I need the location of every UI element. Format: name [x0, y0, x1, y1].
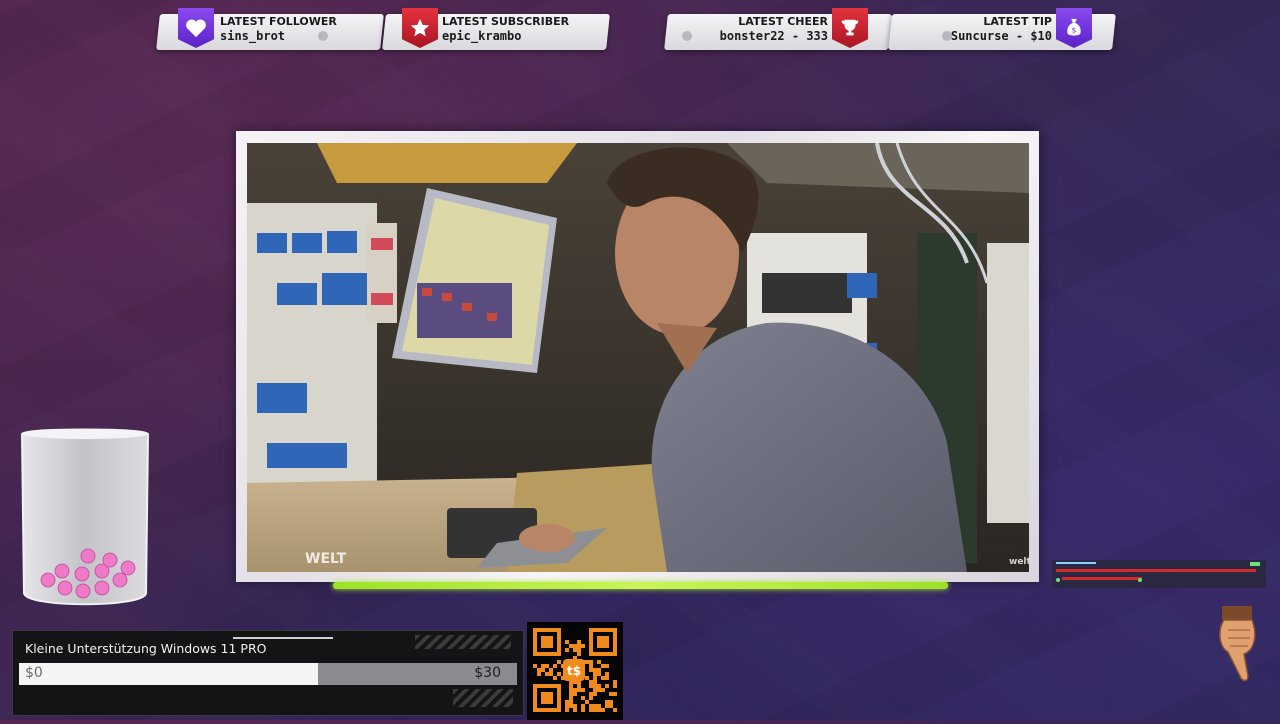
webcam-video[interactable]: WELT welt — [247, 143, 1029, 572]
svg-text:$: $ — [1072, 26, 1077, 35]
video-scene — [247, 143, 1029, 572]
latest-follower-panel: LATEST FOLLOWER sins_brot — [156, 14, 384, 50]
decor-line — [233, 637, 333, 639]
chat-overlay — [1052, 560, 1266, 588]
money-bag-icon: $ — [1056, 8, 1092, 48]
chat-message-line — [1056, 569, 1256, 572]
decor-stripes — [415, 635, 511, 649]
pointing-hand-icon — [1214, 606, 1262, 682]
latest-cheer-panel: LATEST CHEER bonster22 - 333 — [664, 14, 892, 50]
donation-goal-start: $0 — [25, 665, 43, 681]
qr-center-label: t$ — [567, 664, 581, 678]
chat-dot-icon — [1056, 578, 1060, 582]
heart-icon — [178, 8, 214, 48]
latest-tip-label: LATEST TIP — [983, 15, 1052, 28]
donation-goal-panel: Kleine Unterstützung Windows 11 PRO $0 $… — [12, 630, 524, 716]
star-icon — [402, 8, 438, 48]
latest-cheer-label: LATEST CHEER — [738, 15, 828, 28]
trophy-icon — [832, 8, 868, 48]
chat-username — [1056, 562, 1096, 564]
latest-follower-label: LATEST FOLLOWER — [220, 15, 337, 28]
chat-dot-icon — [1138, 578, 1142, 582]
tip-jar — [20, 428, 150, 612]
latest-subscriber-panel: LATEST SUBSCRIBER epic_krambo — [382, 14, 610, 50]
panel-dot-icon — [682, 31, 692, 41]
panel-dot-icon — [318, 31, 328, 41]
latest-tip-panel: LATEST TIP Suncurse - $10 $ — [888, 14, 1116, 50]
latest-tip-value: Suncurse - $10 — [950, 29, 1052, 43]
qr-code[interactable]: t$ — [527, 622, 623, 720]
donation-progress-fill — [19, 663, 318, 685]
decor-stripes — [453, 689, 513, 707]
latest-subscriber-value: epic_krambo — [442, 29, 522, 43]
qr-code-image: t$ — [533, 628, 617, 712]
video-accent-bar — [333, 582, 948, 589]
latest-cheer-value: bonster22 - 333 — [719, 29, 828, 43]
chat-message-line — [1062, 577, 1142, 580]
donation-goal-end: $30 — [474, 665, 501, 681]
latest-subscriber-label: LATEST SUBSCRIBER — [442, 15, 570, 28]
chat-badge-icon — [1250, 562, 1260, 566]
video-frame: WELT welt — [236, 131, 1039, 582]
video-watermark-left: WELT — [305, 551, 347, 567]
donation-goal-title: Kleine Unterstützung Windows 11 PRO — [25, 641, 267, 656]
video-watermark-right: welt — [1009, 557, 1029, 567]
donation-progress-bar — [19, 663, 517, 685]
latest-follower-value: sins_brot — [220, 29, 286, 43]
